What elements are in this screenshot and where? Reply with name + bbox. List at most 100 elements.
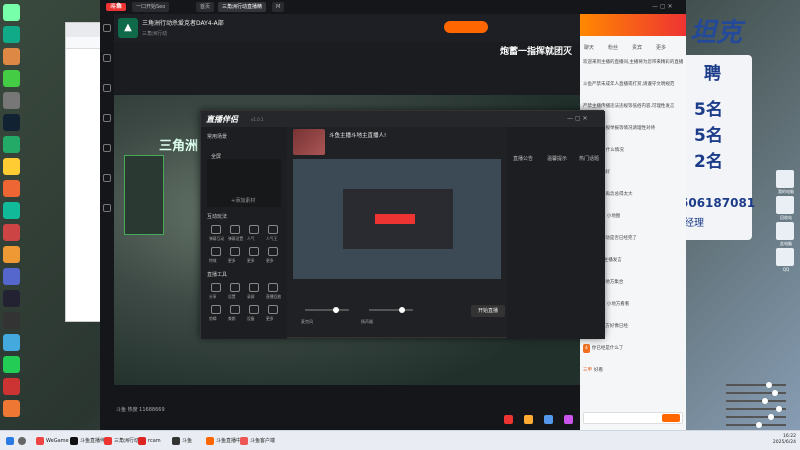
promo-line: 5名 <box>694 100 723 120</box>
category-icon[interactable] <box>103 84 111 92</box>
app-icon[interactable] <box>3 400 20 417</box>
add-source-button[interactable]: +添加素材 <box>231 197 255 204</box>
qq-icon[interactable] <box>3 290 20 307</box>
room-avatar[interactable]: ▲ <box>118 18 138 38</box>
start-stream-button[interactable]: 开始直播 <box>471 305 505 317</box>
steam-icon[interactable] <box>3 114 20 131</box>
right-panel-label[interactable]: 温馨提示 <box>547 155 567 162</box>
chat-header-banner[interactable] <box>580 14 686 36</box>
douyu-logo[interactable]: 斗鱼 <box>106 3 126 11</box>
scene-label[interactable]: 常用场景 <box>207 133 227 140</box>
app-icon[interactable] <box>3 48 20 65</box>
app-icon[interactable] <box>3 224 20 241</box>
taskbar-app[interactable]: 三角洲行动 <box>104 435 139 447</box>
wechat-icon[interactable] <box>3 356 20 373</box>
chat-tab[interactable]: 聊天 <box>584 44 594 51</box>
room-title: 三角洲行动杀爱克者DAY4-A部 <box>142 20 224 27</box>
chat-text: 你已经是什么了 <box>591 346 624 351</box>
app-icon[interactable] <box>3 180 20 197</box>
tool-icon[interactable] <box>249 225 259 234</box>
assistant-window-controls[interactable]: — ▢ ✕ <box>567 115 588 122</box>
gift-icon[interactable] <box>504 415 513 424</box>
browser-tab[interactable]: 一口开始Seo <box>132 2 170 12</box>
app-icon[interactable] <box>3 158 20 175</box>
desktop-widget-icon[interactable] <box>776 248 794 266</box>
taskbar-app[interactable]: rcam <box>138 435 161 447</box>
gift-icon[interactable] <box>524 415 533 424</box>
chat-message: 三甲 好看 <box>583 366 683 375</box>
store-icon[interactable] <box>3 202 20 219</box>
app-icon[interactable] <box>3 92 20 109</box>
browser-tab-active[interactable]: 三角洲行动直播精 <box>218 2 267 12</box>
follow-button[interactable] <box>444 21 488 33</box>
tool-icon[interactable] <box>249 283 259 292</box>
window-controls[interactable]: — ▢ ✕ <box>652 3 680 11</box>
assistant-stream-title[interactable]: 斗鱼主播斗地主直播人! <box>329 131 386 139</box>
mic-volume-slider[interactable] <box>305 307 349 313</box>
game-icon[interactable] <box>3 312 20 329</box>
tool-icon[interactable] <box>268 305 278 314</box>
taskbar-app[interactable]: WeGame <box>36 435 69 447</box>
home-icon[interactable] <box>103 24 111 32</box>
settings-icon[interactable] <box>103 204 111 212</box>
start-button[interactable] <box>6 435 16 447</box>
tool-icon[interactable] <box>230 305 240 314</box>
speaker-volume-slider[interactable] <box>369 307 413 313</box>
game-icon[interactable] <box>103 114 111 122</box>
chat-tab[interactable]: 粉丝 <box>608 44 618 51</box>
security-icon[interactable] <box>3 70 20 87</box>
tool-label: 更多 <box>266 316 274 321</box>
stream-cover-thumbnail[interactable] <box>293 129 325 155</box>
stream-banner: 炮蓄一指挥就团灭 <box>500 47 573 57</box>
desktop-widget-icon[interactable] <box>776 196 794 214</box>
app-icon[interactable] <box>3 378 20 395</box>
volume-mixer-widget[interactable] <box>720 380 792 430</box>
tool-icon[interactable] <box>211 305 221 314</box>
right-panel-label[interactable]: 热门话题 <box>579 155 599 162</box>
taskbar-app[interactable]: 斗鱼 <box>172 435 192 447</box>
app-icon[interactable] <box>3 334 20 351</box>
room-category[interactable]: 三角洲行动 <box>142 30 167 37</box>
app-icon <box>138 436 146 445</box>
tool-icon[interactable] <box>249 305 259 314</box>
widget-label: QQ <box>782 267 790 272</box>
follow-icon[interactable] <box>103 54 111 62</box>
video-icon[interactable] <box>103 144 111 152</box>
tool-icon[interactable] <box>268 225 278 234</box>
system-tray-clock[interactable]: 16:22 2025/6/24 <box>773 434 796 446</box>
assistant-preview-canvas[interactable] <box>293 159 501 279</box>
tool-label: 更多 <box>266 258 274 263</box>
edge-icon[interactable] <box>3 26 20 43</box>
chat-tab[interactable]: 贵宾 <box>632 44 642 51</box>
user-icon[interactable] <box>3 4 20 21</box>
tool-icon[interactable] <box>211 247 221 256</box>
taskbar-app-label: WeGame <box>46 438 69 444</box>
message-icon[interactable] <box>103 174 111 182</box>
tool-icon[interactable] <box>268 247 278 256</box>
browser-tab[interactable]: 首页 <box>196 2 215 12</box>
right-panel-label[interactable]: 直播公告 <box>513 155 533 162</box>
fan-badge: 4 <box>583 344 590 353</box>
taskbar-app[interactable]: 斗鱼客户端 <box>240 435 275 447</box>
tool-icon[interactable] <box>230 247 240 256</box>
app-icon[interactable] <box>3 268 20 285</box>
gift-icon[interactable] <box>564 415 573 424</box>
scene-item[interactable]: 全屏 <box>211 153 221 160</box>
tool-icon[interactable] <box>211 225 221 234</box>
tool-icon[interactable] <box>268 283 278 292</box>
tool-icon[interactable] <box>249 247 259 256</box>
app-icon[interactable] <box>3 246 20 263</box>
gift-icon[interactable] <box>544 415 553 424</box>
chat-message: 欢迎来到主播的直播间,主播将为您带来精彩的直播内容 <box>583 58 683 67</box>
browser-tab[interactable]: M <box>272 2 285 12</box>
tool-icon[interactable] <box>230 283 240 292</box>
chat-tab[interactable]: 更多 <box>656 44 666 51</box>
search-icon[interactable] <box>18 435 28 447</box>
tool-icon[interactable] <box>211 283 221 292</box>
desktop-widget-icon[interactable] <box>776 222 794 240</box>
chat-username[interactable]: 三甲 <box>583 368 592 373</box>
chat-send-button[interactable] <box>662 414 680 422</box>
game-icon[interactable] <box>3 136 20 153</box>
desktop-widget-icon[interactable] <box>776 170 794 188</box>
tool-icon[interactable] <box>230 225 240 234</box>
